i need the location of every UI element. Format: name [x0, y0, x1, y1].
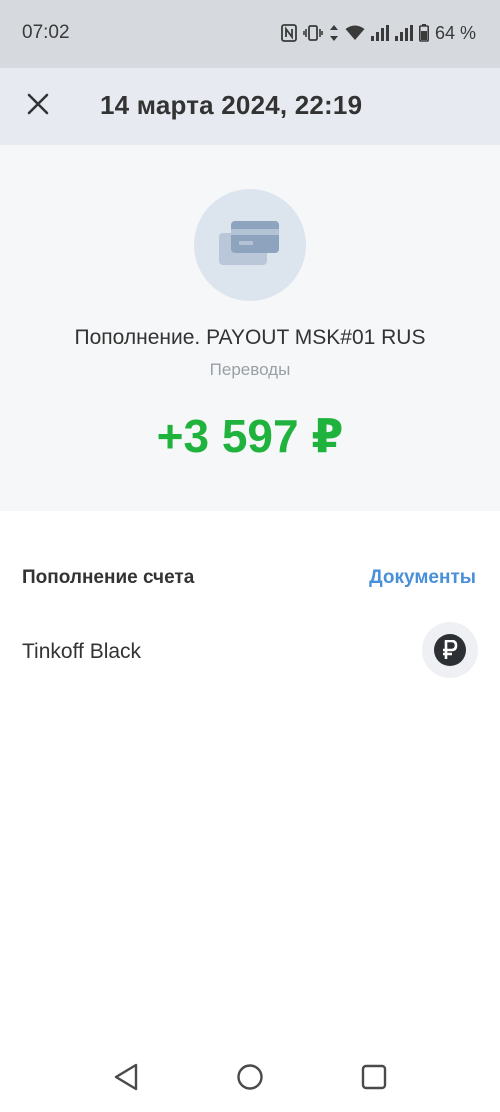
nav-recents-button[interactable] — [356, 1061, 392, 1097]
nav-home-button[interactable] — [232, 1061, 268, 1097]
transaction-title: Пополнение. PAYOUT MSK#01 RUS — [74, 326, 426, 349]
transaction-summary: Пополнение. PAYOUT MSK#01 RUS Переводы +… — [0, 145, 500, 511]
home-icon — [236, 1063, 264, 1096]
documents-link[interactable]: Документы — [369, 567, 476, 589]
section-title: Пополнение счета — [22, 567, 195, 588]
status-icons: 64 % — [281, 20, 476, 46]
signal-icon — [394, 25, 413, 41]
status-bar: 07:02 64 % — [0, 0, 500, 68]
data-arrows-icon — [329, 24, 339, 42]
nfc-icon — [281, 24, 297, 42]
account-name: Tinkoff Black — [22, 640, 142, 663]
system-nav-bar — [0, 1046, 500, 1112]
ruble-icon — [434, 634, 466, 666]
back-icon — [113, 1063, 139, 1096]
wifi-icon — [345, 25, 365, 41]
close-button[interactable] — [20, 88, 56, 124]
recents-icon — [361, 1064, 387, 1095]
page-title: 14 марта 2024, 22:19 — [100, 90, 363, 120]
transaction-amount: +3 597 ₽ — [156, 410, 344, 462]
battery-percent: 64 % — [434, 22, 476, 43]
account-icon-circle — [422, 622, 478, 678]
nav-back-button[interactable] — [108, 1061, 144, 1097]
card-icon — [219, 219, 281, 272]
header: 14 марта 2024, 22:19 — [0, 68, 500, 145]
signal-icon — [370, 25, 389, 41]
transaction-icon-circle — [194, 189, 306, 301]
status-time: 07:02 — [22, 22, 70, 43]
transaction-category: Переводы — [209, 360, 291, 379]
vibrate-icon — [303, 25, 323, 41]
close-icon — [27, 93, 49, 120]
battery-icon — [418, 24, 429, 42]
